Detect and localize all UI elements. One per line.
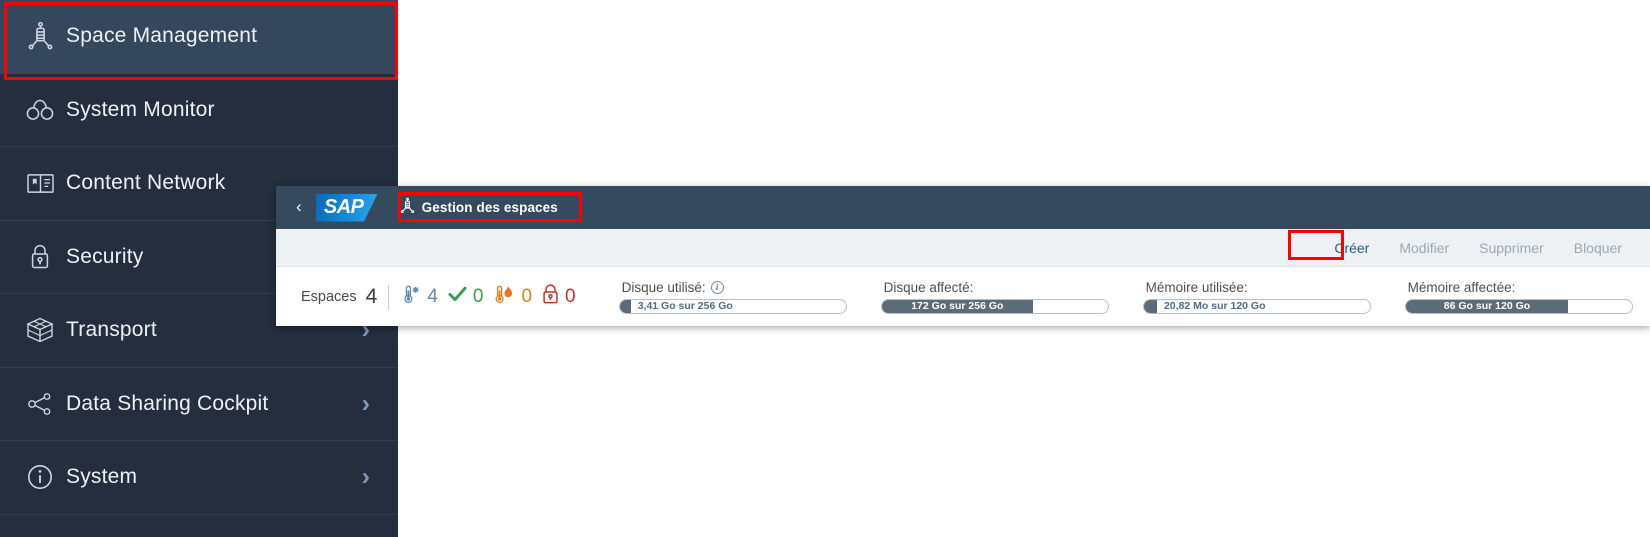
- progress-bar-label: 172 Go sur 256 Go: [911, 300, 1004, 312]
- progress-bar-fill: [1143, 299, 1158, 313]
- progress-bar: 20,82 Mo sur 120 Go: [1142, 298, 1371, 314]
- creer-button[interactable]: Créer: [1322, 236, 1381, 260]
- chevron-right-icon[interactable]: ›: [362, 464, 370, 490]
- sap-logo[interactable]: SAP: [315, 193, 378, 222]
- sidebar-item-label: System: [66, 465, 138, 489]
- cold-spaces-value: 4: [427, 285, 438, 307]
- space-management-icon: [14, 16, 66, 56]
- spaces-statistics-bar: Espaces 4 4 0 0 0 Disque utilisé: i 3,41…: [276, 267, 1650, 326]
- info-icon[interactable]: i: [710, 280, 724, 294]
- spaces-summary: Espaces 4 4 0 0 0: [301, 283, 585, 310]
- lock-icon: [14, 237, 66, 277]
- binoculars-icon: [14, 90, 66, 130]
- sidebar-item-system-monitor[interactable]: System Monitor: [0, 74, 398, 147]
- spaces-label: Espaces: [301, 288, 357, 305]
- locked-spaces-counter[interactable]: 0: [541, 283, 576, 310]
- check-mark-icon: [447, 284, 468, 309]
- modifier-button[interactable]: Modifier: [1387, 236, 1461, 260]
- metric-disk-used: Disque utilisé: i 3,41 Go sur 256 Go: [618, 280, 847, 314]
- sidebar-item-label: Security: [66, 244, 144, 268]
- metric-memory-used: Mémoire utilisée: 20,82 Mo sur 120 Go: [1142, 280, 1371, 314]
- spaces-count: 4: [365, 284, 378, 308]
- space-management-icon: [400, 197, 415, 219]
- info-circle-icon: [14, 457, 66, 497]
- sap-logo-text: SAP: [323, 196, 364, 218]
- cold-spaces-counter[interactable]: 4: [400, 284, 438, 310]
- progress-bar: 3,41 Go sur 256 Go: [618, 298, 847, 314]
- progress-bar-fill: [619, 299, 631, 313]
- metric-disk-assigned: Disque affecté: 172 Go sur 256 Go: [880, 280, 1109, 314]
- supprimer-button[interactable]: Supprimer: [1467, 236, 1556, 260]
- metric-label-row: Disque affecté:: [881, 280, 1109, 295]
- action-toolbar: Créer Modifier Supprimer Bloquer: [276, 229, 1650, 267]
- sap-application-panel: ‹ SAP Gestion des espaces Créer Modifier…: [276, 186, 1650, 326]
- healthy-spaces-counter[interactable]: 0: [447, 284, 484, 309]
- progress-bar-label: 3,41 Go sur 256 Go: [637, 300, 733, 312]
- screen-root: Space Management System Monitor Content …: [0, 0, 1650, 537]
- progress-bar: 172 Go sur 256 Go: [880, 298, 1109, 314]
- package-icon: [14, 310, 66, 350]
- metric-label-text: Disque utilisé:: [621, 279, 706, 295]
- metric-label-text: Mémoire utilisée:: [1145, 279, 1248, 295]
- sidebar-item-label: Transport: [66, 318, 157, 342]
- healthy-spaces-value: 0: [472, 285, 484, 307]
- hot-spaces-counter[interactable]: 0: [492, 284, 532, 310]
- locked-spaces-value: 0: [565, 285, 576, 307]
- metric-label-text: Disque affecté:: [883, 279, 974, 295]
- metric-memory-assigned: Mémoire affectée: 86 Go sur 120 Go: [1404, 280, 1633, 314]
- hot-thermometer-icon: [492, 284, 516, 310]
- sidebar-item-label: System Monitor: [66, 97, 215, 121]
- divider: [388, 284, 390, 309]
- back-chevron-icon[interactable]: ‹: [294, 194, 312, 221]
- share-icon: [14, 384, 66, 424]
- sidebar-item-label: Data Sharing Cockpit: [66, 391, 269, 415]
- sidebar-item-label: Content Network: [66, 171, 226, 195]
- progress-bar-label: 86 Go sur 120 Go: [1443, 300, 1531, 312]
- shell-app-title-label: Gestion des espaces: [421, 200, 558, 215]
- sidebar-item-data-sharing-cockpit[interactable]: Data Sharing Cockpit ›: [0, 368, 398, 441]
- hot-spaces-value: 0: [521, 285, 533, 307]
- sidebar-item-space-management[interactable]: Space Management: [0, 0, 398, 74]
- cold-thermometer-icon: [400, 284, 422, 310]
- sidebar-item-label: Space Management: [66, 24, 258, 48]
- open-book-icon: [14, 163, 66, 203]
- sidebar-item-system[interactable]: System ›: [0, 441, 398, 515]
- progress-bar-label: 20,82 Mo sur 120 Go: [1163, 300, 1266, 312]
- bloquer-button[interactable]: Bloquer: [1562, 236, 1634, 260]
- metric-label-row: Mémoire affectée:: [1405, 280, 1633, 295]
- sap-shell-header: ‹ SAP Gestion des espaces: [276, 186, 1650, 229]
- locked-padlock-icon: [541, 283, 560, 310]
- metric-label-text: Mémoire affectée:: [1407, 279, 1516, 295]
- shell-app-title[interactable]: Gestion des espaces: [392, 193, 566, 223]
- metric-label-row: Mémoire utilisée:: [1143, 280, 1371, 295]
- progress-bar: 86 Go sur 120 Go: [1404, 298, 1633, 314]
- chevron-right-icon[interactable]: ›: [362, 391, 370, 416]
- metric-label-row: Disque utilisé: i: [619, 280, 847, 295]
